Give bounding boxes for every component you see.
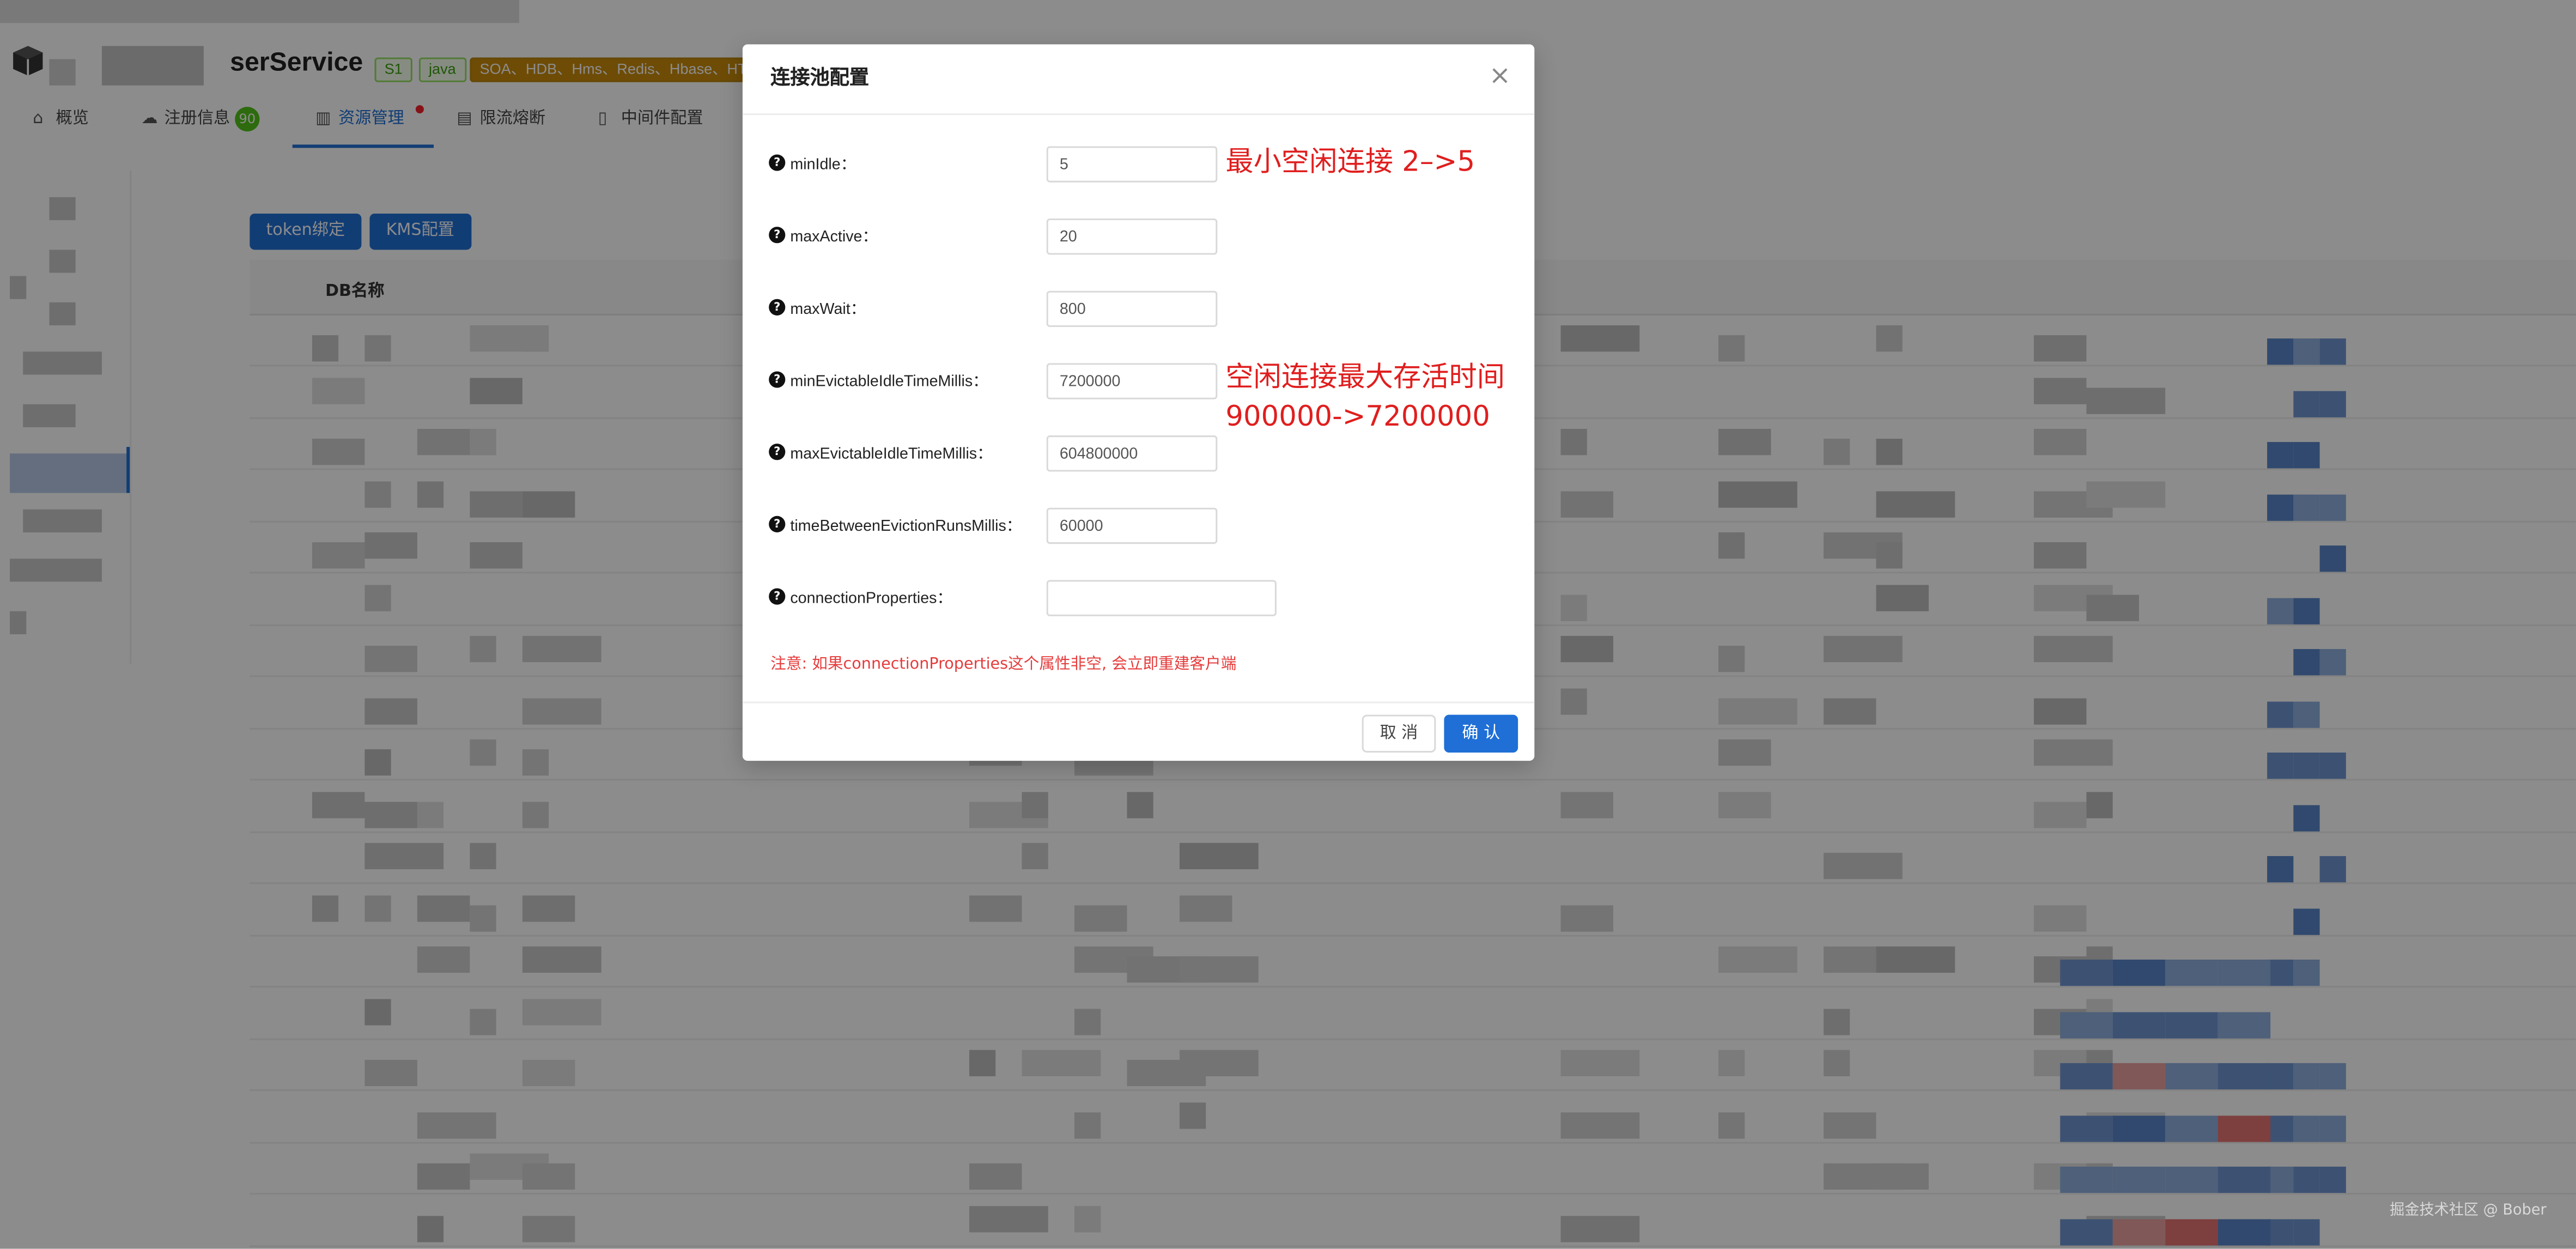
max-active-input[interactable] xyxy=(1046,219,1218,255)
field-label: maxWait： xyxy=(790,300,866,319)
field-label: maxActive： xyxy=(790,228,878,247)
field-label: timeBetweenEvictionRunsMillis： xyxy=(790,517,1022,536)
field-label: maxEvictableIdleTimeMillis： xyxy=(790,445,993,464)
help-icon[interactable]: ? xyxy=(769,154,786,171)
help-icon[interactable]: ? xyxy=(769,299,786,316)
dialog-title: 连接池配置 xyxy=(770,65,870,89)
help-icon[interactable]: ? xyxy=(769,444,786,460)
min-evictable-idle-time-input[interactable] xyxy=(1046,363,1218,399)
field-max-active: ? maxActive： xyxy=(769,219,1524,258)
field-time-between-eviction-runs: ? timeBetweenEvictionRunsMillis： xyxy=(769,507,1524,547)
app-window: serService S1 java SOA、HDB、Hms、Redis、Hba… xyxy=(0,0,2576,1249)
cancel-button[interactable]: 取 消 xyxy=(1362,714,1436,753)
dialog-header: 连接池配置 × xyxy=(742,44,1535,116)
warning-note: 注意: 如果connectionProperties这个属性非空, 会立即重建客… xyxy=(770,656,1237,674)
connection-properties-input[interactable] xyxy=(1046,580,1277,616)
field-max-evictable-idle-time: ? maxEvictableIdleTimeMillis： xyxy=(769,435,1524,475)
annotation-min-idle: 最小空闲连接 2–>5 xyxy=(1225,146,1475,179)
help-icon[interactable]: ? xyxy=(769,371,786,388)
field-label: connectionProperties： xyxy=(790,590,953,608)
help-icon[interactable]: ? xyxy=(769,588,786,605)
time-between-eviction-runs-input[interactable] xyxy=(1046,507,1218,544)
close-icon[interactable]: × xyxy=(1482,59,1518,95)
help-icon[interactable]: ? xyxy=(769,227,786,244)
max-evictable-idle-time-input[interactable] xyxy=(1046,435,1218,472)
annotation-evictable-line2: 900000->7200000 xyxy=(1225,401,1490,434)
field-connection-properties: ? connectionProperties： xyxy=(769,580,1524,619)
dialog-footer: 取 消 确 认 xyxy=(742,701,1535,761)
watermark: 掘金技术社区 @ Bober xyxy=(2390,1203,2547,1220)
confirm-button[interactable]: 确 认 xyxy=(1444,714,1518,753)
max-wait-input[interactable] xyxy=(1046,290,1218,328)
help-icon[interactable]: ? xyxy=(769,516,786,532)
field-label: minIdle： xyxy=(790,156,856,174)
annotation-evictable-line1: 空闲连接最大存活时间 xyxy=(1225,361,1505,395)
field-label: minEvictableIdleTimeMillis： xyxy=(790,373,988,391)
min-idle-input[interactable] xyxy=(1046,146,1218,183)
field-max-wait: ? maxWait： xyxy=(769,290,1524,330)
